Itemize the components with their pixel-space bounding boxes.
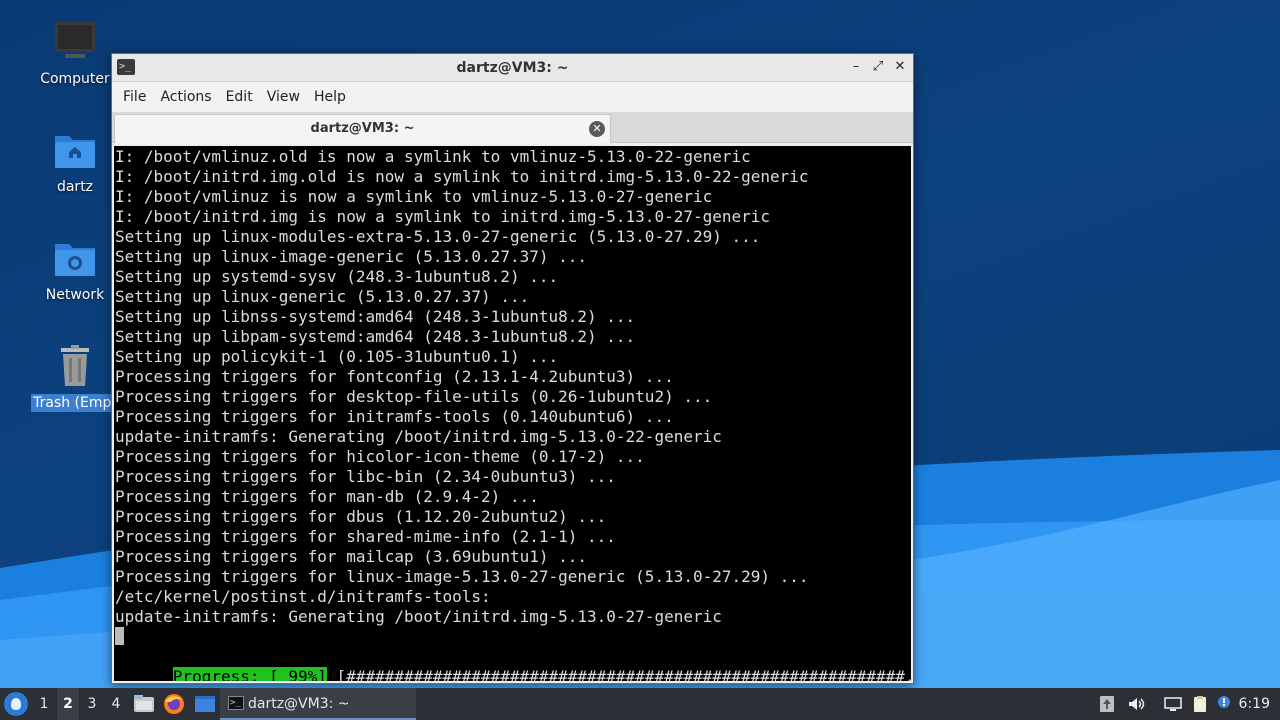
terminal-line: I: /boot/vmlinuz.old is now a symlink to…: [115, 147, 751, 166]
desktop-icon-label: dartz: [56, 179, 94, 195]
terminal-lines: I: /boot/vmlinuz.old is now a symlink to…: [115, 147, 809, 627]
desktop-icon-label: Computer: [40, 71, 110, 87]
network-folder-icon: [51, 234, 99, 282]
desktop-icon-label: Network: [45, 287, 105, 303]
workspace-1[interactable]: 1: [33, 688, 55, 720]
firefox-icon[interactable]: [163, 693, 185, 715]
network-tray-icon[interactable]: [1164, 695, 1182, 713]
desktop-icon-network[interactable]: Network: [27, 234, 123, 304]
terminal-line: update-initramfs: Generating /boot/initr…: [115, 607, 722, 626]
desktop-show-icon[interactable]: [194, 693, 216, 715]
terminal-line: Setting up linux-modules-extra-5.13.0-27…: [115, 227, 761, 246]
volume-icon[interactable]: [1127, 695, 1145, 713]
clock[interactable]: 6:19: [1239, 688, 1270, 720]
progress-bar-text: [#######################################…: [326, 667, 911, 681]
trash-icon: [51, 342, 99, 390]
terminal-task-icon: >_: [228, 696, 244, 710]
start-menu-icon[interactable]: [4, 692, 28, 716]
terminal-line: Setting up libnss-systemd:amd64 (248.3-1…: [115, 307, 636, 326]
maximize-button[interactable]: ⤢: [871, 59, 885, 75]
workspace-2[interactable]: 2: [57, 688, 79, 720]
progress-label: Progress: [ 99%]: [172, 667, 327, 681]
notification-icon[interactable]: [1215, 695, 1233, 713]
clipboard-icon[interactable]: [1191, 695, 1209, 713]
terminal-output[interactable]: I: /boot/vmlinuz.old is now a symlink to…: [114, 146, 911, 681]
desktop-icon-label: Trash (Empt: [31, 394, 119, 412]
workspace-4[interactable]: 4: [105, 688, 127, 720]
terminal-line: I: /boot/vmlinuz is now a symlink to vml…: [115, 187, 713, 206]
menu-help[interactable]: Help: [307, 89, 353, 105]
terminal-tab[interactable]: dartz@VM3: ~ ✕: [114, 114, 611, 143]
tab-close-icon[interactable]: ✕: [589, 121, 605, 137]
desktop-icon-home[interactable]: dartz: [27, 126, 123, 196]
terminal-app-icon[interactable]: >_: [117, 59, 135, 75]
tab-label: dartz@VM3: ~: [310, 121, 415, 136]
menu-view[interactable]: View: [260, 89, 307, 105]
menu-file[interactable]: File: [116, 89, 153, 105]
desktop-icon-computer[interactable]: Computer: [27, 18, 123, 88]
window-title: dartz@VM3: ~: [456, 59, 569, 76]
taskbar: 1 2 3 4 >_ dartz@VM3: ~ 6:19: [0, 688, 1280, 720]
terminal-line: Processing triggers for fontconfig (2.13…: [115, 367, 674, 386]
computer-icon: [51, 18, 99, 66]
tab-bar: dartz@VM3: ~ ✕: [112, 112, 913, 143]
terminal-line: I: /boot/initrd.img.old is now a symlink…: [115, 167, 809, 186]
terminal-line: Processing triggers for man-db (2.9.4-2)…: [115, 487, 539, 506]
minimize-button[interactable]: –: [849, 59, 863, 75]
menu-edit[interactable]: Edit: [219, 89, 260, 105]
home-folder-icon: [51, 126, 99, 174]
terminal-line: update-initramfs: Generating /boot/initr…: [115, 427, 722, 446]
terminal-line: Processing triggers for mailcap (3.69ubu…: [115, 547, 588, 566]
terminal-line: Setting up policykit-1 (0.105-31ubuntu0.…: [115, 347, 559, 366]
terminal-line: Processing triggers for dbus (1.12.20-2u…: [115, 507, 607, 526]
menu-bar: File Actions Edit View Help: [112, 82, 913, 112]
progress-line: Progress: [ 99%] [######################…: [115, 647, 911, 681]
terminal-line: Setting up systemd-sysv (248.3-1ubuntu8.…: [115, 267, 559, 286]
taskbar-item-label: dartz@VM3: ~: [248, 696, 350, 712]
terminal-cursor: [115, 627, 124, 645]
file-manager-icon[interactable]: [133, 693, 155, 715]
menu-actions[interactable]: Actions: [153, 89, 218, 105]
terminal-line: Processing triggers for shared-mime-info…: [115, 527, 616, 546]
terminal-line: Processing triggers for linux-image-5.13…: [115, 567, 809, 586]
terminal-line: Processing triggers for hicolor-icon-the…: [115, 447, 645, 466]
update-notifier-icon[interactable]: [1098, 695, 1116, 713]
close-button[interactable]: ✕: [893, 59, 907, 75]
terminal-line: /etc/kernel/postinst.d/initramfs-tools:: [115, 587, 491, 606]
taskbar-item-terminal[interactable]: >_ dartz@VM3: ~: [220, 688, 416, 720]
window-titlebar[interactable]: >_ dartz@VM3: ~ – ⤢ ✕: [112, 54, 913, 82]
terminal-line: Processing triggers for libc-bin (2.34-0…: [115, 467, 616, 486]
workspace-3[interactable]: 3: [81, 688, 103, 720]
terminal-window: >_ dartz@VM3: ~ – ⤢ ✕ File Actions Edit …: [111, 53, 914, 684]
desktop-icon-trash[interactable]: Trash (Empt: [27, 342, 123, 412]
terminal-line: Setting up linux-generic (5.13.0.27.37) …: [115, 287, 530, 306]
terminal-line: Processing triggers for desktop-file-uti…: [115, 387, 713, 406]
terminal-line: Setting up libpam-systemd:amd64 (248.3-1…: [115, 327, 636, 346]
terminal-line: I: /boot/initrd.img is now a symlink to …: [115, 207, 771, 226]
terminal-line: Setting up linux-image-generic (5.13.0.2…: [115, 247, 588, 266]
terminal-line: Processing triggers for initramfs-tools …: [115, 407, 674, 426]
